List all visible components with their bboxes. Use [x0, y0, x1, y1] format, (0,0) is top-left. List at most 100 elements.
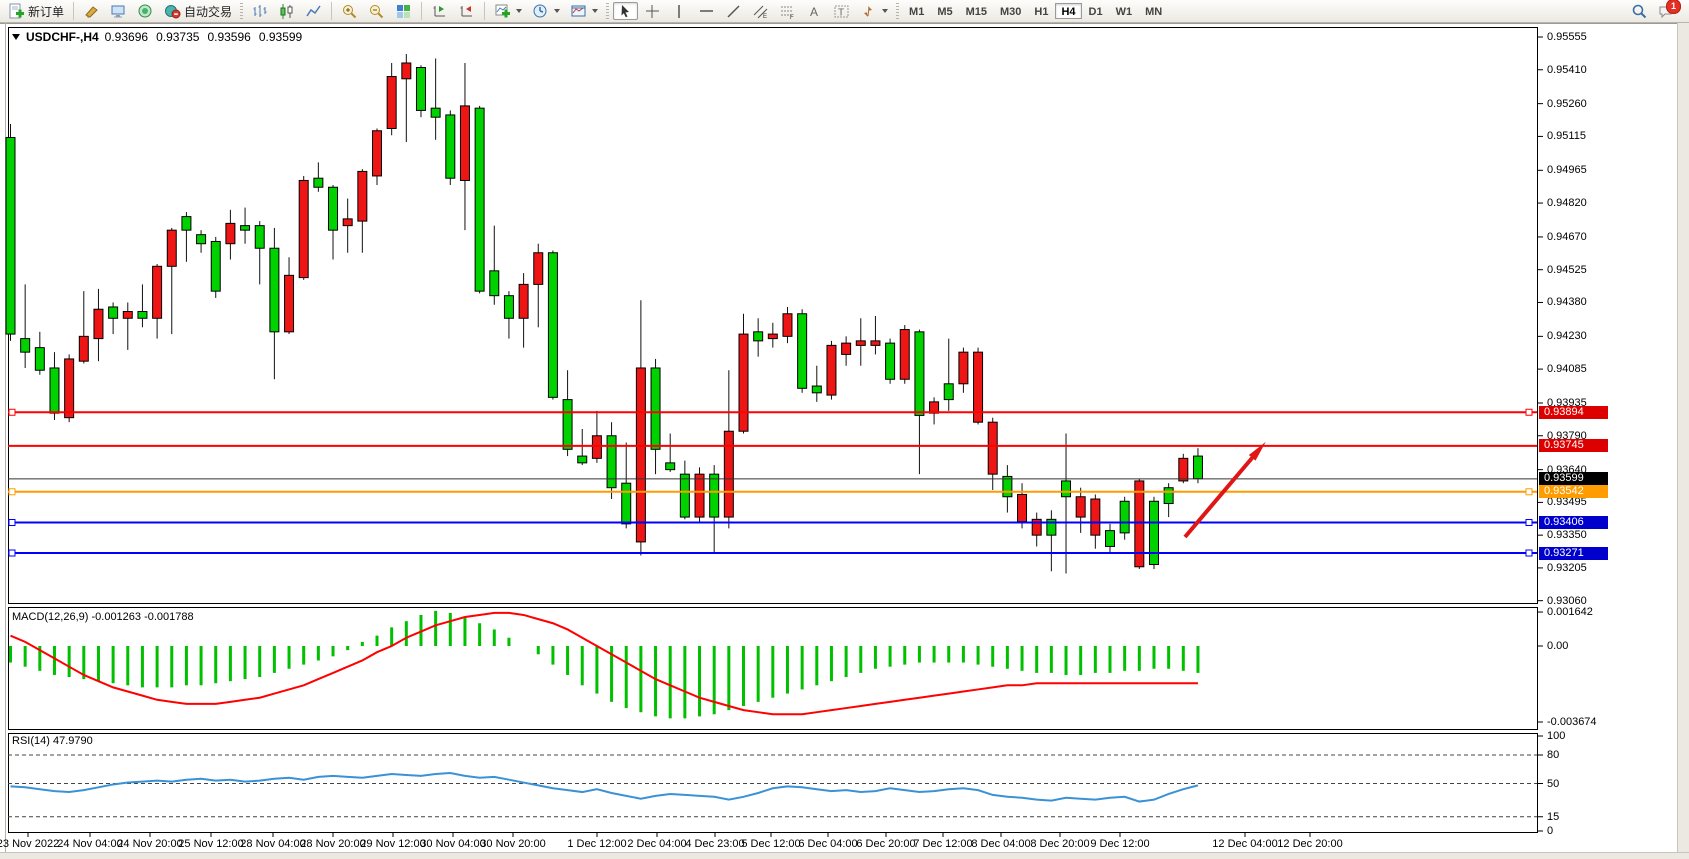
- style-button[interactable]: [79, 2, 104, 20]
- price-tag-label: 0.93599: [1539, 472, 1608, 485]
- price-tag-label: 0.93894: [1539, 406, 1608, 419]
- timeframe-d1[interactable]: D1: [1083, 3, 1109, 19]
- text-icon: A: [806, 3, 823, 20]
- text-button[interactable]: A: [802, 2, 827, 20]
- crosshair-button[interactable]: [640, 2, 665, 20]
- time-tick-label: 29 Nov 12:00: [360, 838, 425, 850]
- timeframe-m15[interactable]: M15: [960, 3, 993, 19]
- candlestick-button[interactable]: [274, 2, 299, 20]
- candle-body: [1106, 531, 1115, 547]
- arrows-button[interactable]: [856, 2, 892, 20]
- svg-text:T: T: [838, 7, 844, 18]
- time-tick-label: 12 Dec 04:00: [1212, 838, 1277, 850]
- zoom-in-button[interactable]: [337, 2, 362, 20]
- chart-shift-button[interactable]: [427, 2, 452, 20]
- rsi-axis-label: 50: [1547, 778, 1559, 790]
- macd-axis-label: 0.001642: [1547, 606, 1593, 618]
- candle-body: [167, 230, 176, 266]
- timeframe-m1[interactable]: M1: [903, 3, 930, 19]
- horizontal-line-button[interactable]: [694, 2, 719, 20]
- chevron-down-icon: [592, 9, 598, 13]
- templates-button[interactable]: [566, 2, 602, 20]
- tile-windows-button[interactable]: [391, 2, 416, 20]
- zoom-out-button[interactable]: [364, 2, 389, 20]
- timeframe-h1[interactable]: H1: [1028, 3, 1054, 19]
- chart-window[interactable]: USDCHF-,H4 0.93696 0.93735 0.93596 0.935…: [0, 23, 1689, 859]
- chart-shift-icon: [431, 3, 448, 20]
- bar-chart-button[interactable]: [247, 2, 272, 20]
- auto-scroll-button[interactable]: [454, 2, 479, 20]
- chevron-down-icon: [12, 34, 20, 40]
- new-order-label: 新订单: [28, 3, 64, 20]
- navigator-button[interactable]: [133, 2, 158, 20]
- time-tick-label: 7 Dec 12:00: [913, 838, 972, 850]
- candle-body: [65, 359, 74, 418]
- candle-body: [886, 343, 895, 379]
- candle-body: [255, 226, 264, 249]
- timeframe-mn[interactable]: MN: [1139, 3, 1168, 19]
- candle-body: [695, 474, 704, 517]
- candle-body: [109, 307, 118, 318]
- time-tick-label: 30 Nov 04:00: [420, 838, 485, 850]
- search-button[interactable]: [1627, 2, 1652, 20]
- time-tick-label: 28 Nov 04:00: [240, 838, 305, 850]
- bar-chart-icon: [251, 3, 268, 20]
- candle-body: [373, 131, 382, 176]
- candle-body: [710, 474, 719, 517]
- time-tick-label: 24 Nov 20:00: [117, 838, 182, 850]
- indicators-button[interactable]: [490, 2, 526, 20]
- chevron-down-icon: [554, 9, 560, 13]
- rsi-value: 47.9790: [53, 735, 93, 747]
- candle-body: [915, 332, 924, 416]
- price-tick-label: 0.95555: [1547, 31, 1587, 43]
- auto-trading-button[interactable]: 自动交易: [160, 2, 236, 20]
- cursor-button[interactable]: [613, 2, 638, 20]
- candle-body: [226, 223, 235, 243]
- candle-body: [666, 463, 675, 470]
- candle-body: [578, 456, 587, 463]
- vertical-line-button[interactable]: [667, 2, 692, 20]
- candle-body: [1003, 476, 1012, 496]
- timeframe-h4[interactable]: H4: [1055, 3, 1081, 19]
- price-tick-label: 0.95260: [1547, 98, 1587, 110]
- time-tick-label: 6 Dec 04:00: [798, 838, 857, 850]
- toolbar-separator: [73, 2, 74, 20]
- arrows-icon: [860, 3, 877, 20]
- candle-body: [138, 311, 147, 318]
- candle-body: [534, 253, 543, 285]
- timeframe-w1[interactable]: W1: [1110, 3, 1139, 19]
- trendline-button[interactable]: [721, 2, 746, 20]
- candle-body: [79, 336, 88, 361]
- toolbar-separator: [484, 2, 485, 20]
- vline-icon: [671, 3, 688, 20]
- terminal-button[interactable]: [106, 2, 131, 20]
- close-value: 0.93599: [259, 30, 302, 44]
- timeframe-m30[interactable]: M30: [994, 3, 1027, 19]
- candle-body: [607, 436, 616, 488]
- periods-button[interactable]: [528, 2, 564, 20]
- line-chart-button[interactable]: [301, 2, 326, 20]
- rsi-axis-label: 0: [1547, 825, 1553, 837]
- text-label-button[interactable]: T: [829, 2, 854, 20]
- new-order-button[interactable]: 新订单: [4, 2, 68, 20]
- equidistant-channel-button[interactable]: E: [748, 2, 773, 20]
- candle-body: [988, 422, 997, 474]
- candle-body: [680, 474, 689, 517]
- macd-axis-label: 0.00: [1547, 640, 1568, 652]
- line-marker: [9, 520, 15, 526]
- chat-icon: 1: [1658, 3, 1675, 20]
- candle-body: [490, 271, 499, 296]
- candle-body: [475, 108, 484, 291]
- notifications-button[interactable]: 1: [1654, 2, 1679, 20]
- high-value: 0.93735: [156, 30, 199, 44]
- toolbar-separator: [421, 2, 422, 20]
- time-tick-label: 4 Dec 23:00: [685, 838, 744, 850]
- candle-body: [827, 345, 836, 395]
- window-bottom-strip: [0, 852, 1689, 859]
- time-tick-label: 6 Dec 20:00: [856, 838, 915, 850]
- timeframe-m5[interactable]: M5: [931, 3, 958, 19]
- fibonacci-button[interactable]: F: [775, 2, 800, 20]
- window-right-strip: [1677, 23, 1689, 859]
- fibonacci-icon: F: [779, 3, 796, 20]
- candle-body: [343, 219, 352, 226]
